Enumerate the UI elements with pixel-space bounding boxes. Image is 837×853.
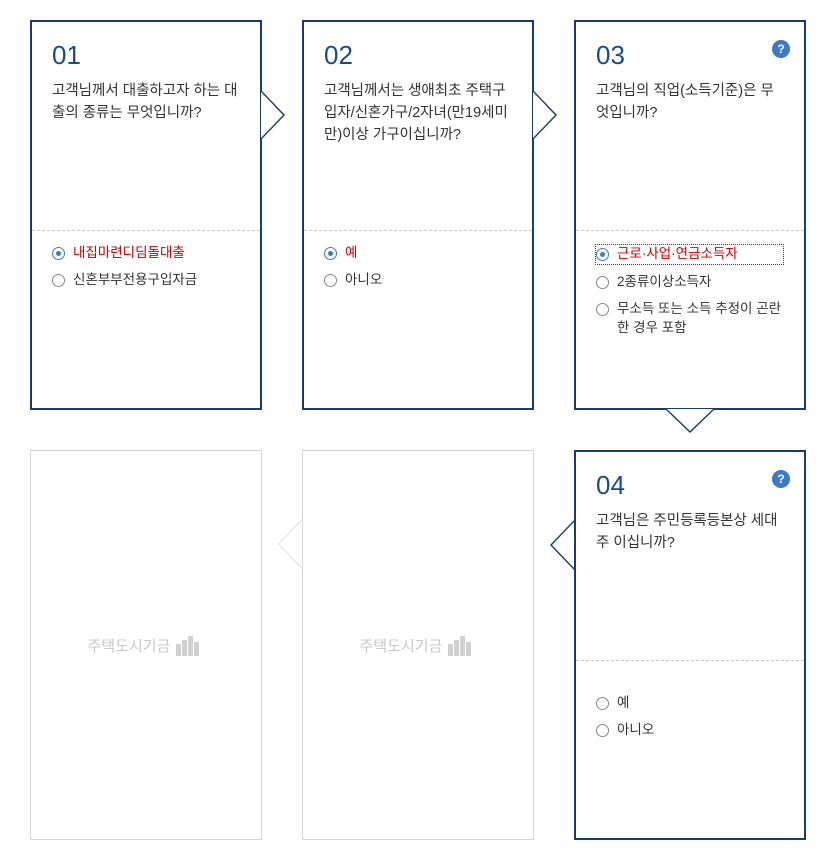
card-02: 02 고객님께서는 생애최초 주택구입자/신혼가구/2자녀(만19세미만)이상 … xyxy=(302,20,534,410)
card-03: ? 03 고객님의 직업(소득기준)은 무엇입니까? 근로·사업·연금소득자 2… xyxy=(574,20,806,410)
placeholder-logo: 주택도시기금 xyxy=(88,634,205,656)
building-icon xyxy=(176,634,204,656)
placeholder-text: 주택도시기금 xyxy=(88,635,171,656)
step-number: 03 xyxy=(596,40,784,71)
step-question: 고객님의 직업(소득기준)은 무엇입니까? xyxy=(596,81,784,125)
arrow-right-icon xyxy=(533,90,561,140)
building-icon xyxy=(448,634,476,656)
wizard-row-1: 01 고객님께서 대출하고자 하는 대출의 종류는 무엇입니까? 내집마련디딤돌… xyxy=(30,20,807,410)
radio-input[interactable] xyxy=(596,248,609,261)
divider xyxy=(304,230,532,231)
card-01: 01 고객님께서 대출하고자 하는 대출의 종류는 무엇입니까? 내집마련디딤돌… xyxy=(30,20,262,410)
divider xyxy=(32,230,260,231)
option-label: 무소득 또는 소득 추정이 곤란한 경우 포함 xyxy=(617,300,784,338)
arrow-right-icon xyxy=(261,90,289,140)
option-label: 예 xyxy=(345,244,357,263)
step-question: 고객님은 주민등록등본상 세대주 이십니까? xyxy=(596,511,784,555)
options-group: 예 아니오 xyxy=(596,694,784,748)
arrow-down-icon xyxy=(665,409,715,437)
radio-input[interactable] xyxy=(596,276,609,289)
option-income-3[interactable]: 무소득 또는 소득 추정이 곤란한 경우 포함 xyxy=(596,300,784,338)
placeholder-text: 주택도시기금 xyxy=(360,635,443,656)
arrow-left-icon xyxy=(274,519,302,569)
step-question: 고객님께서 대출하고자 하는 대출의 종류는 무엇입니까? xyxy=(52,81,240,125)
placeholder-logo: 주택도시기금 xyxy=(360,634,477,656)
option-loan-type-2[interactable]: 신혼부부전용구입자금 xyxy=(52,271,240,290)
arrow-left-icon xyxy=(546,520,574,570)
wizard-row-2: 주택도시기금 주택도시기금 ? 04 고객님은 주민등록등본상 세대주 이십니까… xyxy=(30,450,807,840)
option-no[interactable]: 아니오 xyxy=(324,271,512,290)
divider xyxy=(576,660,804,661)
options-group: 내집마련디딤돌대출 신혼부부전용구입자금 xyxy=(52,244,240,298)
option-label: 근로·사업·연금소득자 xyxy=(617,245,738,264)
help-icon[interactable]: ? xyxy=(772,40,790,58)
option-label: 2종류이상소득자 xyxy=(617,273,711,292)
step-question: 고객님께서는 생애최초 주택구입자/신혼가구/2자녀(만19세미만)이상 가구이… xyxy=(324,81,512,146)
options-group: 근로·사업·연금소득자 2종류이상소득자 무소득 또는 소득 추정이 곤란한 경… xyxy=(596,244,784,346)
step-number: 04 xyxy=(596,470,784,501)
option-label: 아니오 xyxy=(617,721,654,740)
card-inactive-1: 주택도시기금 xyxy=(30,450,262,840)
option-label: 신혼부부전용구입자금 xyxy=(73,271,197,290)
card-inactive-2: 주택도시기금 xyxy=(302,450,534,840)
step-number: 02 xyxy=(324,40,512,71)
radio-input[interactable] xyxy=(52,247,65,260)
option-no[interactable]: 아니오 xyxy=(596,721,784,740)
options-group: 예 아니오 xyxy=(324,244,512,298)
option-loan-type-1[interactable]: 내집마련디딤돌대출 xyxy=(52,244,240,263)
radio-input[interactable] xyxy=(596,303,609,316)
radio-input[interactable] xyxy=(52,274,65,287)
radio-input[interactable] xyxy=(324,274,337,287)
option-income-2[interactable]: 2종류이상소득자 xyxy=(596,273,784,292)
radio-input[interactable] xyxy=(596,697,609,710)
option-yes[interactable]: 예 xyxy=(324,244,512,263)
option-label: 아니오 xyxy=(345,271,382,290)
card-04: ? 04 고객님은 주민등록등본상 세대주 이십니까? 예 아니오 xyxy=(574,450,806,840)
help-icon[interactable]: ? xyxy=(772,470,790,488)
divider xyxy=(576,230,804,231)
radio-input[interactable] xyxy=(596,724,609,737)
step-number: 01 xyxy=(52,40,240,71)
option-label: 내집마련디딤돌대출 xyxy=(73,244,185,263)
radio-input[interactable] xyxy=(324,247,337,260)
option-income-1[interactable]: 근로·사업·연금소득자 xyxy=(595,244,784,265)
option-label: 예 xyxy=(617,694,629,713)
option-yes[interactable]: 예 xyxy=(596,694,784,713)
